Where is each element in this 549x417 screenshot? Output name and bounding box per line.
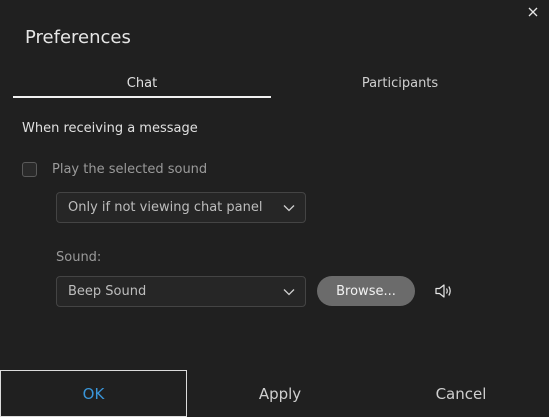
play-sound-checkbox-row[interactable]: Play the selected sound [22, 162, 207, 177]
chevron-down-icon [283, 204, 295, 211]
speaker-icon [435, 284, 451, 298]
play-sound-checkbox[interactable] [22, 162, 37, 177]
section-heading: When receiving a message [22, 121, 198, 136]
sound-dropdown[interactable]: Beep Sound [56, 276, 306, 307]
tab-chat[interactable]: Chat [13, 72, 271, 98]
play-sound-label: Play the selected sound [52, 162, 208, 177]
chevron-down-icon [283, 288, 295, 295]
notification-condition-dropdown[interactable]: Only if not viewing chat panel [56, 192, 306, 223]
preferences-dialog: Preferences Chat Participants When recei… [0, 0, 549, 417]
close-button[interactable] [525, 4, 541, 20]
dialog-title: Preferences [25, 27, 131, 48]
close-icon [528, 7, 538, 17]
tab-bar: Chat Participants [13, 72, 529, 98]
play-sound-preview-button[interactable] [434, 281, 454, 301]
dialog-footer: OK Apply Cancel [0, 370, 549, 417]
apply-button[interactable]: Apply [187, 370, 373, 417]
ok-button[interactable]: OK [0, 370, 187, 417]
cancel-button[interactable]: Cancel [373, 370, 549, 417]
sound-value: Beep Sound [68, 284, 147, 299]
sound-label: Sound: [56, 250, 102, 265]
tab-participants[interactable]: Participants [271, 72, 529, 98]
notification-condition-value: Only if not viewing chat panel [68, 200, 263, 215]
browse-button[interactable]: Browse... [317, 276, 415, 306]
